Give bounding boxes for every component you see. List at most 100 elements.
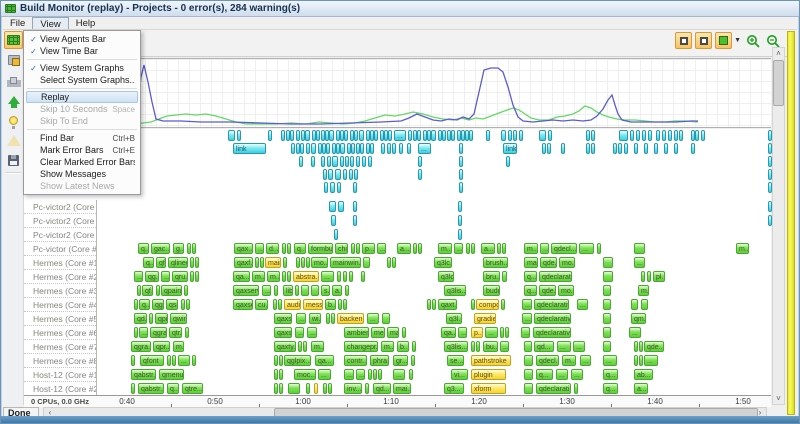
task-bar[interactable] bbox=[345, 285, 349, 296]
task-bar[interactable]: main bbox=[387, 327, 399, 338]
queued-bar[interactable] bbox=[329, 201, 336, 212]
task-bar[interactable] bbox=[387, 257, 391, 268]
queued-bar[interactable] bbox=[542, 143, 546, 154]
queued-bar[interactable] bbox=[323, 169, 327, 180]
task-bar[interactable] bbox=[274, 285, 278, 296]
queued-bar[interactable] bbox=[334, 229, 338, 240]
task-bar[interactable] bbox=[639, 341, 643, 352]
task-bar[interactable]: ... bbox=[134, 271, 143, 282]
task-bar[interactable]: qgra... bbox=[131, 341, 151, 352]
task-bar[interactable] bbox=[156, 285, 160, 296]
task-bar[interactable]: qdeclarativ... bbox=[539, 271, 572, 282]
task-bar[interactable] bbox=[524, 369, 533, 380]
menu-item-view-system-graphs[interactable]: ✓View System Graphs bbox=[24, 62, 140, 74]
task-bar[interactable]: q3lis... bbox=[444, 341, 468, 352]
menu-item-mark-error-bars[interactable]: Mark Error BarsCtrl+E bbox=[24, 144, 140, 156]
task-bar[interactable] bbox=[373, 369, 377, 380]
task-bar[interactable]: a... bbox=[634, 383, 648, 394]
task-bar[interactable]: pl... bbox=[653, 271, 665, 282]
task-bar[interactable]: ... bbox=[579, 243, 594, 254]
task-bar[interactable]: moc... bbox=[294, 369, 316, 380]
publish-button[interactable] bbox=[4, 91, 23, 109]
queued-bar[interactable] bbox=[561, 143, 565, 154]
scroll-down-icon[interactable]: ˅ bbox=[773, 393, 784, 404]
queued-bar[interactable] bbox=[459, 182, 463, 193]
task-bar[interactable]: qfont bbox=[140, 355, 164, 366]
task-bar[interactable]: qabstr... bbox=[138, 383, 164, 394]
task-bar[interactable] bbox=[639, 355, 643, 366]
queued-bar[interactable] bbox=[630, 130, 634, 141]
task-bar[interactable] bbox=[524, 341, 532, 352]
task-bar[interactable] bbox=[574, 383, 578, 394]
queued-bar[interactable] bbox=[548, 130, 552, 141]
task-bar[interactable] bbox=[186, 299, 190, 310]
task-bar[interactable]: a... bbox=[481, 243, 495, 254]
queued-bar[interactable] bbox=[668, 130, 672, 141]
queued-bar[interactable] bbox=[431, 130, 436, 141]
queued-bar[interactable] bbox=[459, 143, 463, 154]
queued-bar[interactable] bbox=[349, 169, 353, 180]
task-bar[interactable]: s... bbox=[321, 285, 330, 296]
task-bar[interactable]: qaxserver bbox=[233, 285, 259, 296]
queued-bar[interactable] bbox=[338, 201, 344, 212]
task-bar[interactable] bbox=[641, 271, 645, 282]
task-bar[interactable] bbox=[500, 327, 504, 338]
queued-bar[interactable] bbox=[458, 201, 462, 212]
task-bar[interactable]: g... bbox=[173, 243, 184, 254]
task-bar[interactable]: qa... bbox=[233, 271, 250, 282]
task-bar[interactable]: ... bbox=[318, 369, 331, 380]
task-bar[interactable] bbox=[505, 327, 509, 338]
queued-bar[interactable] bbox=[311, 143, 316, 154]
queued-bar[interactable] bbox=[305, 130, 310, 141]
task-bar[interactable]: budd... bbox=[483, 285, 500, 296]
queued-bar[interactable] bbox=[654, 143, 658, 154]
task-bar[interactable]: qa... bbox=[315, 355, 334, 366]
task-bar[interactable] bbox=[172, 355, 176, 366]
task-bar[interactable] bbox=[181, 299, 185, 310]
task-bar[interactable]: m... bbox=[438, 243, 452, 254]
task-bar[interactable] bbox=[497, 243, 501, 254]
task-bar[interactable] bbox=[195, 271, 199, 282]
queued-bar[interactable] bbox=[674, 130, 678, 141]
tile-view-button-1[interactable] bbox=[675, 32, 692, 49]
task-bar[interactable]: qaxs... bbox=[274, 327, 292, 338]
task-bar[interactable] bbox=[192, 355, 196, 366]
queued-bar[interactable] bbox=[656, 130, 660, 141]
queued-bar[interactable] bbox=[354, 169, 358, 180]
task-bar[interactable]: ... bbox=[522, 299, 532, 310]
task-bar[interactable] bbox=[361, 271, 365, 282]
menu-item-replay[interactable]: Replay bbox=[26, 91, 138, 103]
menu-view[interactable]: View bbox=[32, 17, 68, 29]
task-bar[interactable]: mo... bbox=[559, 257, 575, 268]
tile-view-button-2[interactable] bbox=[695, 32, 712, 49]
green-tile-button[interactable] bbox=[715, 32, 732, 49]
task-bar[interactable]: m... bbox=[638, 285, 649, 296]
task-bar[interactable] bbox=[471, 299, 475, 310]
menu-item-clear-marked-error-bars[interactable]: Clear Marked Error Bars bbox=[24, 156, 140, 168]
task-bar[interactable]: audi... bbox=[284, 299, 301, 310]
task-bar[interactable]: ... bbox=[573, 341, 585, 352]
task-bar[interactable]: ... bbox=[540, 243, 549, 254]
queued-bar[interactable] bbox=[324, 182, 328, 193]
task-bar[interactable]: qpaint... bbox=[161, 285, 182, 296]
queued-bar[interactable] bbox=[644, 143, 648, 154]
-bar[interactable]: ... bbox=[418, 143, 431, 154]
task-bar[interactable] bbox=[187, 243, 191, 254]
task-bar[interactable] bbox=[149, 313, 153, 324]
tips-button[interactable] bbox=[4, 111, 23, 129]
queued-bar[interactable] bbox=[368, 156, 372, 167]
queued-bar[interactable] bbox=[344, 130, 348, 141]
task-bar[interactable] bbox=[337, 271, 341, 282]
task-bar[interactable]: q3lis... bbox=[444, 285, 466, 296]
queued-bar[interactable] bbox=[299, 156, 303, 167]
task-bar[interactable]: qtre... bbox=[182, 383, 203, 394]
task-bar[interactable]: ... bbox=[521, 327, 530, 338]
task-bar[interactable]: qpi... bbox=[155, 313, 168, 324]
queued-bar[interactable] bbox=[350, 156, 354, 167]
queued-bar[interactable] bbox=[354, 130, 358, 141]
queued-bar[interactable] bbox=[340, 143, 345, 154]
task-bar[interactable] bbox=[631, 299, 638, 310]
task-bar[interactable]: q... bbox=[524, 271, 537, 282]
task-bar[interactable] bbox=[641, 299, 648, 310]
task-bar[interactable]: a... bbox=[397, 243, 411, 254]
